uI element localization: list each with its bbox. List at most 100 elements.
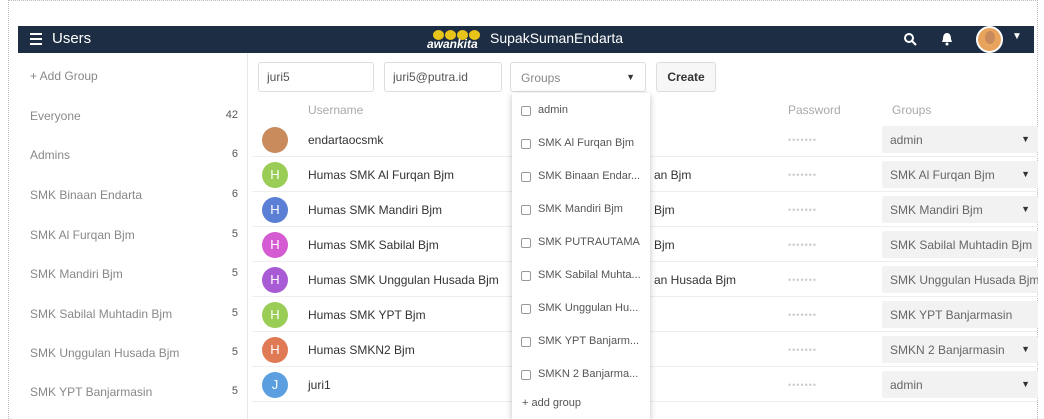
dropdown-option[interactable]: SMK Binaan Endar... xyxy=(512,161,650,193)
groups-select[interactable]: Groups ▼ xyxy=(510,62,646,92)
awankita-logo[interactable]: awankita xyxy=(423,26,493,53)
username-cell[interactable]: endartaocsmk xyxy=(308,133,383,147)
dropdown-option[interactable]: admin xyxy=(512,95,650,127)
username-cell[interactable]: Humas SMK Al Furqan Bjm xyxy=(308,168,454,182)
checkbox[interactable] xyxy=(521,304,531,314)
caret-down-icon: ▼ xyxy=(1021,379,1030,389)
dropdown-option[interactable]: SMK PUTRAUTAMA xyxy=(512,227,650,259)
sidebar-item-smk-mandiri[interactable]: SMK Mandiri Bjm 5 xyxy=(18,255,248,293)
checkbox[interactable] xyxy=(521,337,531,347)
username-cell[interactable]: Humas SMK Unggulan Husada Bjm xyxy=(308,273,499,287)
groups-dropdown: admin SMK Al Furqan Bjm SMK Binaan Endar..… xyxy=(512,93,650,419)
group-count: 5 xyxy=(231,307,238,319)
dropdown-option-label: SMK PUTRAUTAMA xyxy=(538,236,640,248)
group-count: 5 xyxy=(231,346,238,358)
dropdown-option-label: SMK Mandiri Bjm xyxy=(538,203,623,215)
checkbox[interactable] xyxy=(521,271,531,281)
group-name: SMK YPT Banjarmasin xyxy=(30,385,153,399)
group-select-label: admin xyxy=(890,378,923,392)
display-name-cell[interactable]: Bjm xyxy=(654,238,675,252)
logo-text: awankita xyxy=(427,37,478,51)
group-select-label: SMK YPT Banjarmasin xyxy=(890,308,1013,322)
username-cell[interactable]: Humas SMK Sabilal Bjm xyxy=(308,238,439,252)
caret-down-icon: ▼ xyxy=(1021,169,1030,179)
password-cell[interactable]: ••••••• xyxy=(788,135,817,145)
caret-down-icon: ▼ xyxy=(1021,344,1030,354)
sidebar: + Add Group Everyone 42 Admins 6 SMK Bin… xyxy=(18,53,248,419)
dropdown-option-label: SMK Al Furqan Bjm xyxy=(538,137,634,149)
user-avatar: H xyxy=(262,197,288,223)
header-password: Password xyxy=(788,103,841,117)
password-cell[interactable]: ••••••• xyxy=(788,170,817,180)
caret-down-icon: ▼ xyxy=(1021,134,1030,144)
search-icon[interactable] xyxy=(903,32,917,46)
checkbox[interactable] xyxy=(521,205,531,215)
checkbox[interactable] xyxy=(521,172,531,182)
sidebar-item-admins[interactable]: Admins 6 xyxy=(18,136,248,174)
group-count: 5 xyxy=(231,228,238,240)
chevron-down-icon[interactable]: ▼ xyxy=(1012,31,1022,42)
group-name: SMK Mandiri Bjm xyxy=(30,267,123,281)
password-cell[interactable]: ••••••• xyxy=(788,380,817,390)
password-cell[interactable]: ••••••• xyxy=(788,275,817,285)
bell-icon[interactable] xyxy=(940,31,954,47)
username-input[interactable] xyxy=(258,62,374,92)
group-select-label: SMK Sabilal Muhtadin Bjm xyxy=(890,238,1033,252)
user-avatar: H xyxy=(262,337,288,363)
dropdown-option[interactable]: SMK Sabilal Muhta... xyxy=(512,260,650,292)
sidebar-item-smk-binaan-endarta[interactable]: SMK Binaan Endarta 6 xyxy=(18,176,248,214)
checkbox[interactable] xyxy=(521,370,531,380)
group-select[interactable]: SMK YPT Banjarmasin xyxy=(882,301,1038,328)
add-group-link[interactable]: + add group xyxy=(522,397,581,409)
username-cell[interactable]: Humas SMK YPT Bjm xyxy=(308,308,426,322)
password-cell[interactable]: ••••••• xyxy=(788,205,817,215)
checkbox[interactable] xyxy=(521,106,531,116)
group-select[interactable]: SMK Al Furqan Bjm ▼ xyxy=(882,161,1038,188)
dropdown-option[interactable]: SMK Al Furqan Bjm xyxy=(512,128,650,160)
username-cell[interactable]: juri1 xyxy=(308,378,331,392)
group-select[interactable]: SMK Mandiri Bjm ▼ xyxy=(882,196,1038,223)
password-cell[interactable]: ••••••• xyxy=(788,310,817,320)
group-select-label: SMKN 2 Banjarmasin xyxy=(890,343,1005,357)
group-select[interactable]: admin ▼ xyxy=(882,126,1038,153)
top-bar: Users awankita SupakSumanEndarta ▼ xyxy=(18,26,1034,53)
user-avatar: J xyxy=(262,372,288,398)
group-select[interactable]: SMK Unggulan Husada Bjm xyxy=(882,266,1038,293)
group-name: SMK Binaan Endarta xyxy=(30,188,143,202)
dropdown-option[interactable]: SMKN 2 Banjarma... xyxy=(512,359,650,391)
sidebar-item-smk-sabilal-muhtadin[interactable]: SMK Sabilal Muhtadin Bjm 5 xyxy=(18,295,248,333)
sidebar-item-smk-al-furqan[interactable]: SMK Al Furqan Bjm 5 xyxy=(18,216,248,254)
group-name: SMK Al Furqan Bjm xyxy=(30,228,135,242)
username-cell[interactable]: Humas SMK Mandiri Bjm xyxy=(308,203,442,217)
username-cell[interactable]: Humas SMKN2 Bjm xyxy=(308,343,415,357)
user-avatar: H xyxy=(262,302,288,328)
dropdown-option-label: admin xyxy=(538,104,568,116)
group-select[interactable]: SMK Sabilal Muhtadin Bjm xyxy=(882,231,1038,258)
group-name: Everyone xyxy=(30,109,81,123)
group-select-label: admin xyxy=(890,133,923,147)
password-cell[interactable]: ••••••• xyxy=(788,240,817,250)
email-input[interactable] xyxy=(384,62,502,92)
group-select-label: SMK Al Furqan Bjm xyxy=(890,168,995,182)
checkbox[interactable] xyxy=(521,139,531,149)
user-avatar[interactable] xyxy=(976,26,1003,53)
password-cell[interactable]: ••••••• xyxy=(788,345,817,355)
dropdown-option[interactable]: SMK Unggulan Hu... xyxy=(512,293,650,325)
checkbox[interactable] xyxy=(521,238,531,248)
display-name-cell[interactable]: an Bjm xyxy=(654,168,691,182)
add-group-button[interactable]: + Add Group xyxy=(30,69,98,83)
dropdown-option[interactable]: SMK YPT Banjarm... xyxy=(512,326,650,358)
sidebar-item-everyone[interactable]: Everyone 42 xyxy=(18,97,248,135)
group-select[interactable]: admin ▼ xyxy=(882,371,1038,398)
group-select[interactable]: SMKN 2 Banjarmasin ▼ xyxy=(882,336,1038,363)
site-name: SupakSumanEndarta xyxy=(490,30,624,46)
user-avatar: H xyxy=(262,232,288,258)
display-name-cell[interactable]: an Husada Bjm xyxy=(654,273,736,287)
dropdown-option-label: SMK Binaan Endar... xyxy=(538,170,641,182)
hamburger-menu-icon[interactable] xyxy=(30,33,42,45)
create-button[interactable]: Create xyxy=(656,62,716,92)
sidebar-item-smk-ypt-banjarmasin[interactable]: SMK YPT Banjarmasin 5 xyxy=(18,373,248,411)
dropdown-option[interactable]: SMK Mandiri Bjm xyxy=(512,194,650,226)
sidebar-item-smk-unggulan-husada[interactable]: SMK Unggulan Husada Bjm 5 xyxy=(18,334,248,372)
display-name-cell[interactable]: Bjm xyxy=(654,203,675,217)
